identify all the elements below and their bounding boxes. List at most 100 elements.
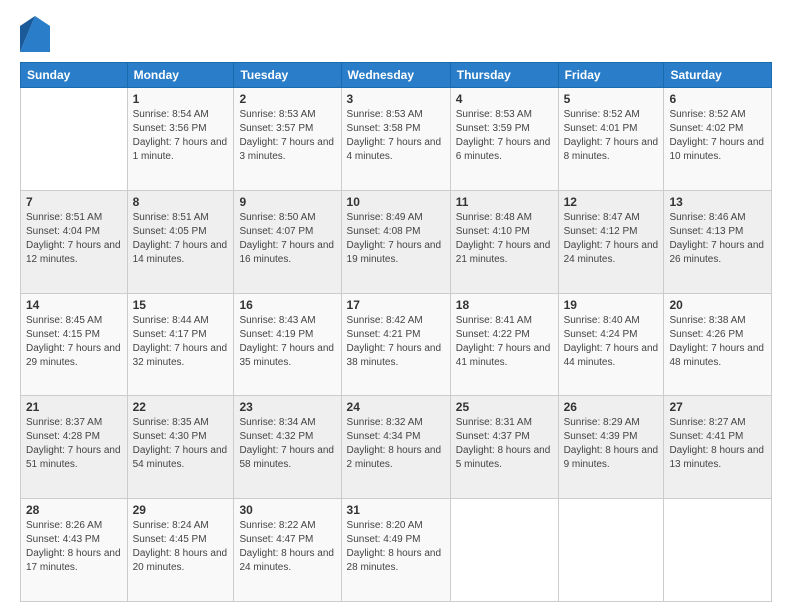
day-number: 31 <box>347 503 445 517</box>
col-header-tuesday: Tuesday <box>234 63 341 88</box>
day-number: 3 <box>347 92 445 106</box>
calendar-cell: 18 Sunrise: 8:41 AMSunset: 4:22 PMDayligh… <box>450 293 558 396</box>
col-header-saturday: Saturday <box>664 63 772 88</box>
col-header-wednesday: Wednesday <box>341 63 450 88</box>
calendar-cell: 14 Sunrise: 8:45 AMSunset: 4:15 PMDayligh… <box>21 293 128 396</box>
day-info: Sunrise: 8:24 AMSunset: 4:45 PMDaylight:… <box>133 519 229 575</box>
calendar-cell: 26Sunrise: 8:29 AMSunset: 4:39 PMDayligh… <box>558 396 664 499</box>
calendar-cell: 19Sunrise: 8:40 AMSunset: 4:24 PMDayligh… <box>558 293 664 396</box>
day-info: Sunrise: 8:27 AMSunset: 4:41 PMDaylight:… <box>669 416 766 472</box>
logo <box>20 16 54 52</box>
day-info: Sunrise: 8:48 AMSunset: 4:10 PMDaylight:… <box>456 211 553 267</box>
day-number: 4 <box>456 92 553 106</box>
day-number: 24 <box>347 400 445 414</box>
calendar-cell: 30 Sunrise: 8:22 AMSunset: 4:47 PMDayligh… <box>234 499 341 602</box>
calendar-cell: 4 Sunrise: 8:53 AMSunset: 3:59 PMDaylight… <box>450 88 558 191</box>
day-info: Sunrise: 8:41 AMSunset: 4:22 PMDaylight:… <box>456 314 553 370</box>
calendar-cell: 8 Sunrise: 8:51 AMSunset: 4:05 PMDaylight… <box>127 190 234 293</box>
day-number: 25 <box>456 400 553 414</box>
day-info: Sunrise: 8:44 AMSunset: 4:17 PMDaylight:… <box>133 314 229 370</box>
calendar-cell: 11 Sunrise: 8:48 AMSunset: 4:10 PMDayligh… <box>450 190 558 293</box>
day-number: 19 <box>564 298 659 312</box>
day-number: 30 <box>239 503 335 517</box>
day-number: 8 <box>133 195 229 209</box>
day-number: 5 <box>564 92 659 106</box>
day-info: Sunrise: 8:47 AMSunset: 4:12 PMDaylight:… <box>564 211 659 267</box>
calendar-cell: 12 Sunrise: 8:47 AMSunset: 4:12 PMDayligh… <box>558 190 664 293</box>
day-info: Sunrise: 8:34 AMSunset: 4:32 PMDaylight:… <box>239 416 335 472</box>
calendar-cell: 10 Sunrise: 8:49 AMSunset: 4:08 PMDayligh… <box>341 190 450 293</box>
day-info: Sunrise: 8:50 AMSunset: 4:07 PMDaylight:… <box>239 211 335 267</box>
calendar-cell <box>558 499 664 602</box>
col-header-sunday: Sunday <box>21 63 128 88</box>
day-number: 16 <box>239 298 335 312</box>
day-number: 21 <box>26 400 122 414</box>
day-info: Sunrise: 8:42 AMSunset: 4:21 PMDaylight:… <box>347 314 445 370</box>
day-info: Sunrise: 8:49 AMSunset: 4:08 PMDaylight:… <box>347 211 445 267</box>
calendar-cell: 16Sunrise: 8:43 AMSunset: 4:19 PMDayligh… <box>234 293 341 396</box>
day-number: 7 <box>26 195 122 209</box>
day-number: 17 <box>347 298 445 312</box>
col-header-thursday: Thursday <box>450 63 558 88</box>
calendar-cell: 21 Sunrise: 8:37 AMSunset: 4:28 PMDayligh… <box>21 396 128 499</box>
day-number: 13 <box>669 195 766 209</box>
day-number: 14 <box>26 298 122 312</box>
day-number: 23 <box>239 400 335 414</box>
day-number: 15 <box>133 298 229 312</box>
page: SundayMondayTuesdayWednesdayThursdayFrid… <box>0 0 792 612</box>
day-info: Sunrise: 8:52 AMSunset: 4:02 PMDaylight:… <box>669 108 766 164</box>
day-info: Sunrise: 8:53 AMSunset: 3:58 PMDaylight:… <box>347 108 445 164</box>
calendar-cell: 28 Sunrise: 8:26 AMSunset: 4:43 PMDayligh… <box>21 499 128 602</box>
day-info: Sunrise: 8:22 AMSunset: 4:47 PMDaylight:… <box>239 519 335 575</box>
day-number: 22 <box>133 400 229 414</box>
calendar-cell: 2 Sunrise: 8:53 AMSunset: 3:57 PMDaylight… <box>234 88 341 191</box>
col-header-monday: Monday <box>127 63 234 88</box>
day-info: Sunrise: 8:31 AMSunset: 4:37 PMDaylight:… <box>456 416 553 472</box>
day-number: 2 <box>239 92 335 106</box>
day-number: 18 <box>456 298 553 312</box>
calendar-table: SundayMondayTuesdayWednesdayThursdayFrid… <box>20 62 772 602</box>
day-number: 10 <box>347 195 445 209</box>
day-number: 1 <box>133 92 229 106</box>
day-number: 27 <box>669 400 766 414</box>
calendar-cell: 6 Sunrise: 8:52 AMSunset: 4:02 PMDaylight… <box>664 88 772 191</box>
day-number: 29 <box>133 503 229 517</box>
col-header-friday: Friday <box>558 63 664 88</box>
calendar-cell: 25 Sunrise: 8:31 AMSunset: 4:37 PMDayligh… <box>450 396 558 499</box>
calendar-cell: 3 Sunrise: 8:53 AMSunset: 3:58 PMDaylight… <box>341 88 450 191</box>
calendar-cell: 23 Sunrise: 8:34 AMSunset: 4:32 PMDayligh… <box>234 396 341 499</box>
day-number: 6 <box>669 92 766 106</box>
day-info: Sunrise: 8:26 AMSunset: 4:43 PMDaylight:… <box>26 519 122 575</box>
day-info: Sunrise: 8:53 AMSunset: 3:57 PMDaylight:… <box>239 108 335 164</box>
calendar-cell <box>450 499 558 602</box>
day-number: 12 <box>564 195 659 209</box>
day-number: 20 <box>669 298 766 312</box>
day-info: Sunrise: 8:53 AMSunset: 3:59 PMDaylight:… <box>456 108 553 164</box>
calendar-cell: 15 Sunrise: 8:44 AMSunset: 4:17 PMDayligh… <box>127 293 234 396</box>
calendar-cell: 20Sunrise: 8:38 AMSunset: 4:26 PMDayligh… <box>664 293 772 396</box>
calendar-cell <box>21 88 128 191</box>
calendar-cell <box>664 499 772 602</box>
day-info: Sunrise: 8:35 AMSunset: 4:30 PMDaylight:… <box>133 416 229 472</box>
day-info: Sunrise: 8:51 AMSunset: 4:05 PMDaylight:… <box>133 211 229 267</box>
calendar-cell: 27 Sunrise: 8:27 AMSunset: 4:41 PMDayligh… <box>664 396 772 499</box>
day-number: 26 <box>564 400 659 414</box>
day-number: 28 <box>26 503 122 517</box>
calendar-cell: 29 Sunrise: 8:24 AMSunset: 4:45 PMDayligh… <box>127 499 234 602</box>
day-number: 9 <box>239 195 335 209</box>
day-info: Sunrise: 8:45 AMSunset: 4:15 PMDaylight:… <box>26 314 122 370</box>
calendar-cell: 13 Sunrise: 8:46 AMSunset: 4:13 PMDayligh… <box>664 190 772 293</box>
calendar-cell: 24 Sunrise: 8:32 AMSunset: 4:34 PMDayligh… <box>341 396 450 499</box>
calendar-cell: 22 Sunrise: 8:35 AMSunset: 4:30 PMDayligh… <box>127 396 234 499</box>
day-info: Sunrise: 8:37 AMSunset: 4:28 PMDaylight:… <box>26 416 122 472</box>
day-info: Sunrise: 8:54 AMSunset: 3:56 PMDaylight:… <box>133 108 229 164</box>
calendar-cell: 9 Sunrise: 8:50 AMSunset: 4:07 PMDaylight… <box>234 190 341 293</box>
header <box>20 16 772 52</box>
day-info: Sunrise: 8:32 AMSunset: 4:34 PMDaylight:… <box>347 416 445 472</box>
logo-icon <box>20 16 50 52</box>
day-info: Sunrise: 8:46 AMSunset: 4:13 PMDaylight:… <box>669 211 766 267</box>
day-info: Sunrise: 8:52 AMSunset: 4:01 PMDaylight:… <box>564 108 659 164</box>
calendar-cell: 7Sunrise: 8:51 AMSunset: 4:04 PMDaylight… <box>21 190 128 293</box>
calendar-cell: 1 Sunrise: 8:54 AMSunset: 3:56 PMDaylight… <box>127 88 234 191</box>
day-number: 11 <box>456 195 553 209</box>
